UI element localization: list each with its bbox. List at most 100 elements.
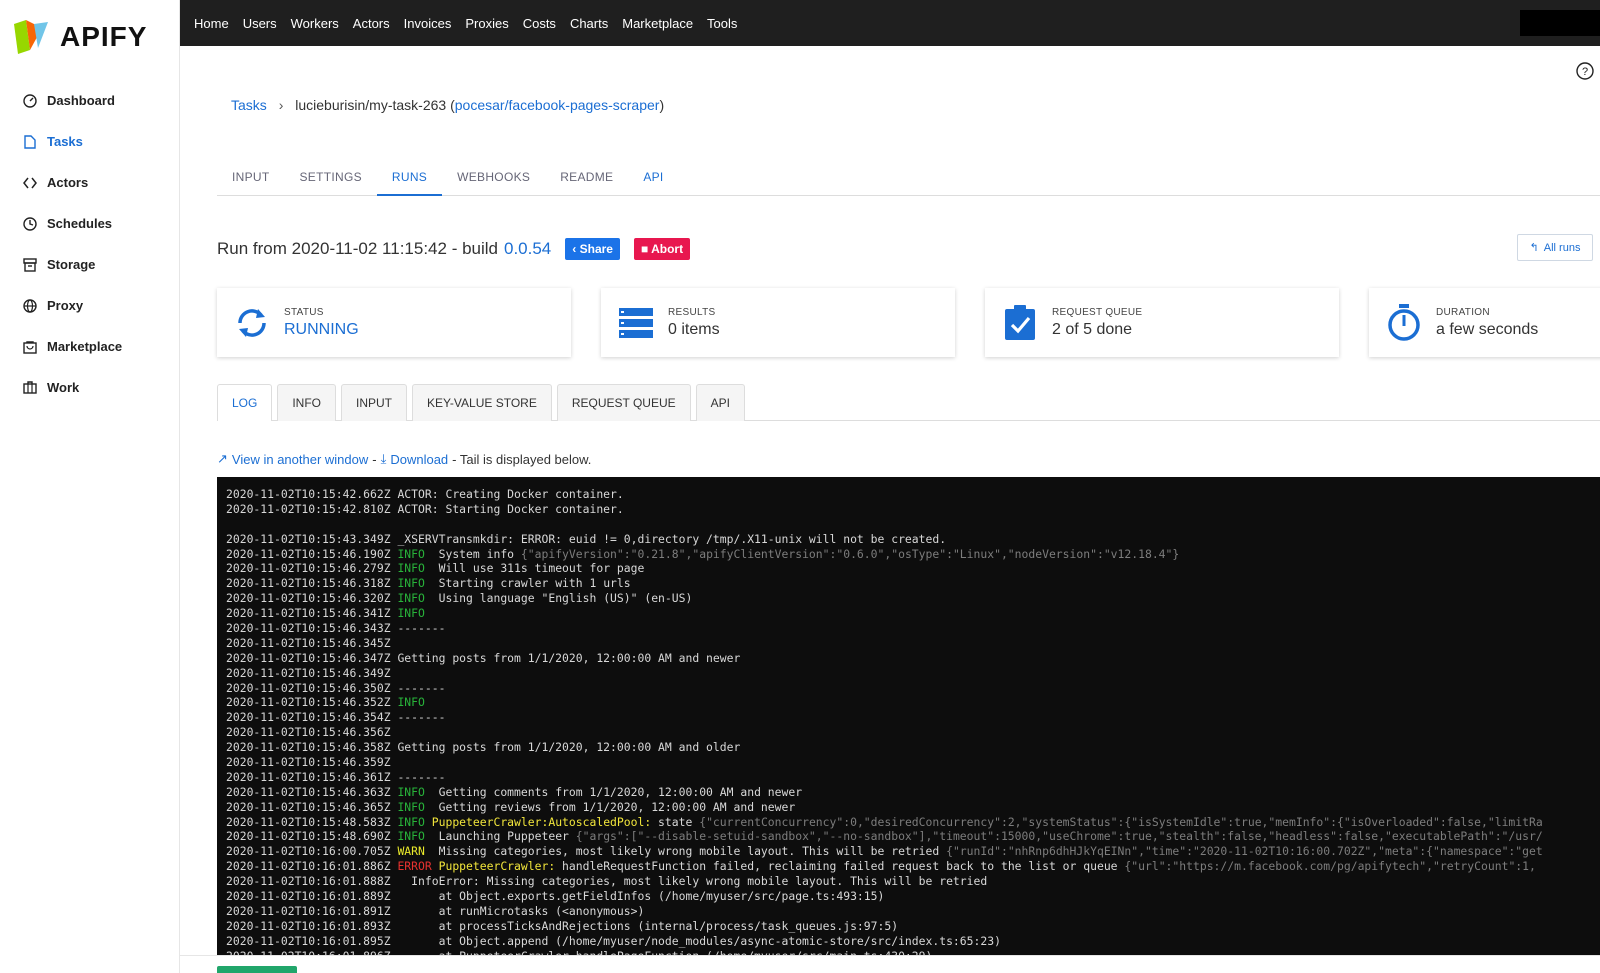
log-message: handleRequestFunction failed, reclaiming… xyxy=(555,859,1118,874)
log-timestamp: 2020-11-02T10:16:01.893Z xyxy=(226,918,391,933)
all-runs-button[interactable]: ↰ All runs xyxy=(1517,234,1593,261)
log-timestamp: 2020-11-02T10:15:46.356Z xyxy=(226,725,391,740)
sidebar-item-marketplace[interactable]: Marketplace xyxy=(0,326,180,367)
topnav-users[interactable]: Users xyxy=(243,16,277,31)
build-link[interactable]: 0.0.54 xyxy=(504,239,551,259)
topnav-tools[interactable]: Tools xyxy=(707,16,737,31)
log-line: 2020-11-02T10:16:00.705Z WARN Missing ca… xyxy=(226,844,1600,859)
share-label: Share xyxy=(579,242,613,256)
download-label: Download xyxy=(390,451,449,467)
tab-readme[interactable]: README xyxy=(545,160,628,196)
dashboard-icon xyxy=(22,93,38,109)
log-timestamp: 2020-11-02T10:15:46.320Z xyxy=(226,591,391,606)
sidebar-item-tasks[interactable]: Tasks xyxy=(0,121,180,162)
tab-runs[interactable]: RUNS xyxy=(376,160,443,196)
log-level: INFO xyxy=(397,695,425,710)
log-line: 2020-11-02T10:15:46.349Z xyxy=(226,666,1600,681)
log-timestamp: 2020-11-02T10:15:46.345Z xyxy=(226,635,391,650)
help-icon[interactable]: ? xyxy=(1576,62,1594,85)
log-viewer[interactable]: 2020-11-02T10:15:42.662Z ACTOR: Creating… xyxy=(217,477,1600,955)
topnav-costs[interactable]: Costs xyxy=(523,16,556,31)
log-line: 2020-11-02T10:16:01.895Z at Object.appen… xyxy=(226,934,1600,949)
breadcrumb-close-paren: ) xyxy=(659,97,665,113)
topnav-invoices[interactable]: Invoices xyxy=(404,16,452,31)
log-timestamp: 2020-11-02T10:15:46.343Z xyxy=(226,621,391,636)
topnav-charts[interactable]: Charts xyxy=(570,16,608,31)
download-icon: ⤓ xyxy=(380,451,387,466)
results-card: RESULTS 0 items xyxy=(601,288,955,357)
log-level: INFO xyxy=(397,576,425,591)
log-message: Launching Puppeteer xyxy=(431,829,569,844)
log-message: at Object.exports.getFieldInfos (/home/m… xyxy=(397,889,885,904)
topnav-marketplace[interactable]: Marketplace xyxy=(622,16,693,31)
subtab-log[interactable]: LOG xyxy=(217,384,273,421)
log-message: state xyxy=(651,814,693,829)
log-message: at processTicksAndRejections (internal/p… xyxy=(397,918,899,933)
log-timestamp: 2020-11-02T10:15:48.690Z xyxy=(226,829,391,844)
status-label: STATUS xyxy=(284,306,324,318)
subtab-input[interactable]: INPUT xyxy=(341,384,408,421)
tab-settings[interactable]: SETTINGS xyxy=(285,160,377,196)
log-line: 2020-11-02T10:15:46.361Z ------- xyxy=(226,770,1600,785)
log-line: 2020-11-02T10:15:42.810Z ACTOR: Starting… xyxy=(226,502,1600,517)
log-timestamp: 2020-11-02T10:15:42.810Z xyxy=(226,501,391,516)
bottom-action-button[interactable] xyxy=(217,966,297,973)
log-level: ERROR xyxy=(397,859,432,874)
abort-button[interactable]: ■ Abort xyxy=(633,238,691,260)
subtab-request-queue[interactable]: REQUEST QUEUE xyxy=(556,384,691,421)
breadcrumb-tasks-link[interactable]: Tasks xyxy=(231,97,267,113)
view-label: View in another window xyxy=(231,451,369,467)
log-timestamp: 2020-11-02T10:15:48.583Z xyxy=(226,814,391,829)
log-line: 2020-11-02T10:15:46.320Z INFO Using lang… xyxy=(226,591,1600,606)
log-line: 2020-11-02T10:15:43.349Z _XSERVTransmkdi… xyxy=(226,532,1600,547)
globe-icon xyxy=(22,298,38,314)
subtab-api[interactable]: API xyxy=(695,384,745,421)
apify-logo[interactable]: APIFY xyxy=(12,18,147,56)
topnav-workers[interactable]: Workers xyxy=(291,16,339,31)
sidebar-item-work[interactable]: Work xyxy=(0,367,180,408)
share-button[interactable]: ‹ Share xyxy=(565,238,620,260)
topnav-actors[interactable]: Actors xyxy=(353,16,390,31)
tab-input[interactable]: INPUT xyxy=(217,160,285,196)
stop-icon: ■ xyxy=(640,242,649,256)
log-message: ACTOR: Creating Docker container. xyxy=(397,487,624,501)
stopwatch-icon xyxy=(1384,303,1424,343)
log-level: INFO xyxy=(397,591,425,606)
log-line: 2020-11-02T10:16:01.889Z at Object.expor… xyxy=(226,889,1600,904)
task-tabs: INPUT SETTINGS RUNS WEBHOOKS README API xyxy=(217,160,1600,196)
tab-webhooks[interactable]: WEBHOOKS xyxy=(442,160,545,196)
run-detail-tabs: LOG INFO INPUT KEY-VALUE STORE REQUEST Q… xyxy=(217,384,1600,421)
sidebar-item-storage[interactable]: Storage xyxy=(0,244,180,285)
log-message: InfoError: Missing categories, most like… xyxy=(397,874,988,889)
sidebar-item-label: Tasks xyxy=(47,134,83,149)
log-extra: {"currentConcurrency":0,"desiredConcurre… xyxy=(699,814,1543,829)
log-timestamp: 2020-11-02T10:15:46.361Z xyxy=(226,769,391,784)
log-line: 2020-11-02T10:16:01.891Z at runMicrotask… xyxy=(226,904,1600,919)
sidebar-item-label: Proxy xyxy=(47,298,84,313)
log-message: _XSERVTransmkdir: ERROR: euid != 0,direc… xyxy=(397,531,947,546)
sidebar-item-dashboard[interactable]: Dashboard xyxy=(0,80,180,121)
log-level: INFO xyxy=(397,829,425,844)
log-message: Starting crawler with 1 urls xyxy=(431,576,631,591)
log-timestamp: 2020-11-02T10:16:00.705Z xyxy=(226,844,391,859)
log-timestamp: 2020-11-02T10:15:42.662Z xyxy=(226,487,391,501)
log-message: Getting reviews from 1/1/2020, 12:00:00 … xyxy=(431,799,796,814)
download-link[interactable]: ⤓ Download xyxy=(381,451,449,467)
breadcrumb-actor-link[interactable]: pocesar/facebook-pages-scraper xyxy=(455,97,660,113)
sidebar-item-actors[interactable]: Actors xyxy=(0,162,180,203)
subtab-key-value-store[interactable]: KEY-VALUE STORE xyxy=(412,384,552,421)
subtab-info[interactable]: INFO xyxy=(277,384,337,421)
sidebar-nav: Dashboard Tasks Actors Schedules Storage Prox… xyxy=(0,80,180,408)
account-box[interactable] xyxy=(1520,10,1600,36)
sidebar-item-proxy[interactable]: Proxy xyxy=(0,285,180,326)
sidebar: APIFY Dashboard Tasks Actors Schedules Stora… xyxy=(0,0,180,973)
tab-api[interactable]: API xyxy=(628,160,678,196)
sidebar-item-label: Storage xyxy=(47,257,96,272)
view-in-another-window-link[interactable]: ↗ View in another window xyxy=(217,451,368,467)
sidebar-item-schedules[interactable]: Schedules xyxy=(0,203,180,244)
topnav-proxies[interactable]: Proxies xyxy=(465,16,508,31)
request-queue-card: REQUEST QUEUE 2 of 5 done xyxy=(985,288,1339,357)
log-message: ------- xyxy=(397,769,446,784)
topnav-home[interactable]: Home xyxy=(194,16,229,31)
apify-logo-icon xyxy=(12,18,50,56)
